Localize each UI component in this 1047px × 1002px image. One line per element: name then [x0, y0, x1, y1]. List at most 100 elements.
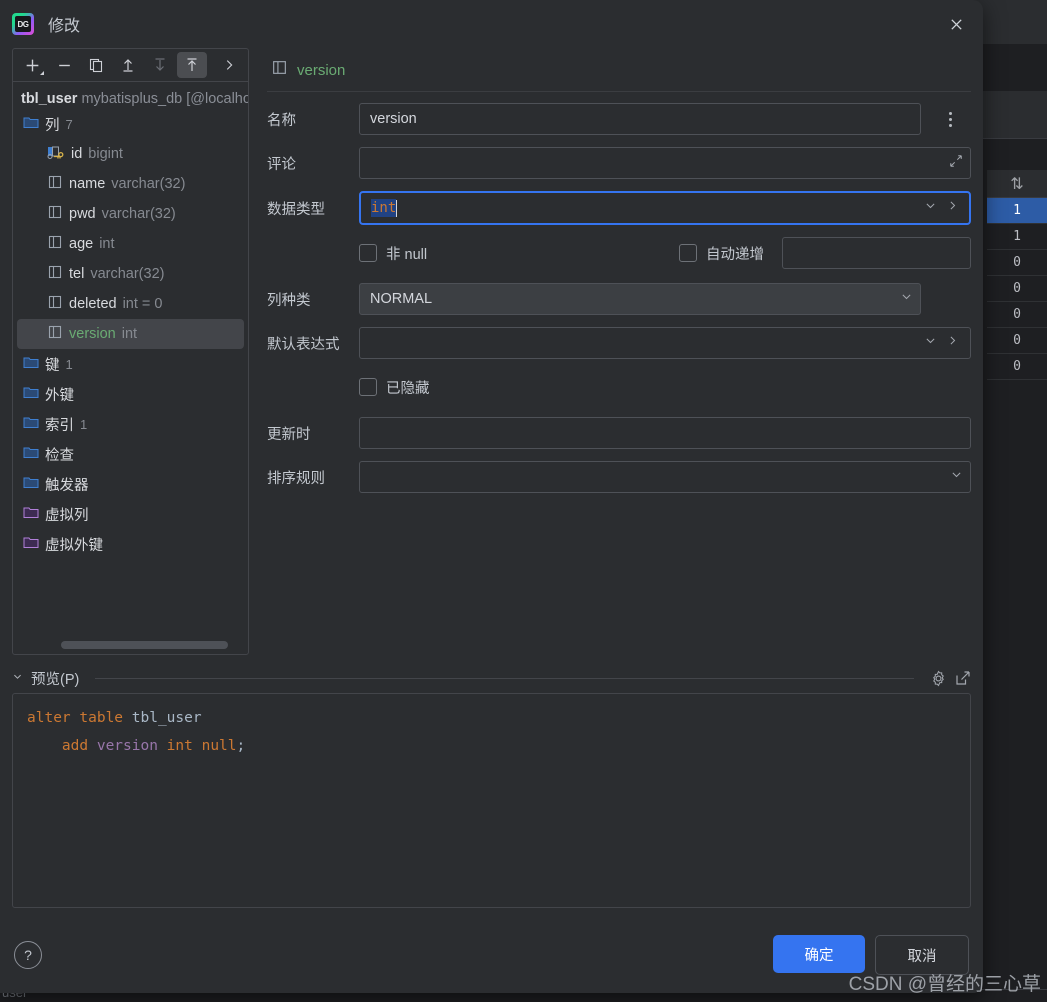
tree-node-indexes[interactable]: 索引 1: [13, 409, 248, 439]
tree-node-count: 1: [80, 416, 88, 432]
on-update-label: 更新时: [267, 426, 311, 443]
comment-input[interactable]: [359, 147, 971, 179]
chevron-right-icon[interactable]: [946, 334, 959, 352]
table-row[interactable]: 0: [987, 250, 1047, 276]
primary-key-icon: [47, 145, 65, 164]
tree-node-label: 列: [45, 117, 60, 134]
preview-title: 预览(P): [31, 671, 80, 688]
sort-icon[interactable]: ⇅: [987, 170, 1047, 198]
tree-scroll-area[interactable]: tbl_user mybatisplus_db [@localhos 列 7 i…: [13, 82, 248, 654]
tree-root-header[interactable]: tbl_user mybatisplus_db [@localhos: [13, 87, 248, 109]
default-expression-input[interactable]: [359, 327, 971, 359]
ok-button[interactable]: 确定: [773, 935, 865, 973]
field-row-default-expression: 默认表达式: [267, 327, 971, 359]
tree-node-foreign-keys[interactable]: 外键: [13, 379, 248, 409]
tree-horizontal-scrollbar[interactable]: [61, 641, 228, 649]
kebab-menu-icon[interactable]: [937, 106, 963, 132]
table-row[interactable]: 1: [987, 224, 1047, 250]
help-icon[interactable]: ?: [14, 941, 42, 969]
tree-node-type: varchar(32): [111, 176, 186, 192]
tree-node-column-name[interactable]: name varchar(32): [13, 169, 248, 199]
tree-root-source: mybatisplus_db [@localhos: [81, 91, 248, 107]
tree-node-virtual-columns[interactable]: 虚拟列: [13, 499, 248, 529]
tree-node-column-id[interactable]: id bigint: [13, 139, 248, 169]
table-row[interactable]: 0: [987, 354, 1047, 380]
move-to-top-button[interactable]: [177, 52, 207, 78]
name-label: 名称: [267, 112, 296, 129]
tree-root-table: tbl_user: [21, 91, 78, 107]
dialog-buttons: 确定 取消: [773, 935, 969, 975]
field-row-hidden: 已隐藏: [267, 371, 971, 403]
tree-node-column-age[interactable]: age int: [13, 229, 248, 259]
tree-node-column-version[interactable]: version int: [17, 319, 244, 349]
datatype-value: int: [371, 199, 397, 217]
not-null-checkbox[interactable]: [359, 244, 377, 262]
column-icon: [47, 235, 63, 253]
tree-node-virtual-foreign-keys[interactable]: 虚拟外键: [13, 529, 248, 559]
tree-node-label: age: [69, 236, 94, 252]
chevron-right-icon[interactable]: [946, 199, 959, 217]
column-icon: [47, 265, 63, 283]
tree-toolbar: [13, 49, 248, 82]
tree-node-columns[interactable]: 列 7: [13, 109, 248, 139]
tree-node-triggers[interactable]: 触发器: [13, 469, 248, 499]
tree-node-column-pwd[interactable]: pwd varchar(32): [13, 199, 248, 229]
folder-blue-icon: [23, 115, 39, 133]
hidden-checkbox[interactable]: [359, 378, 377, 396]
comment-label: 评论: [267, 156, 296, 173]
tree-node-label: deleted: [69, 296, 117, 312]
table-row[interactable]: 0: [987, 328, 1047, 354]
field-row-collation: 排序规则: [267, 461, 971, 493]
tree-node-checks[interactable]: 检查: [13, 439, 248, 469]
table-row[interactable]: 1: [987, 198, 1047, 224]
on-update-input[interactable]: [359, 417, 971, 449]
move-down-button: [145, 52, 175, 78]
text-caret: [396, 199, 398, 217]
chevron-down-icon[interactable]: [924, 199, 937, 217]
field-row-flags: 非 null 自动递增: [267, 237, 971, 269]
remove-button[interactable]: [49, 52, 79, 78]
gear-icon[interactable]: [930, 670, 947, 687]
preview-header: 预览(P): [12, 663, 971, 693]
column-icon: [47, 205, 63, 223]
column-icon: [47, 325, 63, 343]
column-icon: [47, 295, 63, 313]
dialog-body: tbl_user mybatisplus_db [@localhos 列 7 i…: [0, 48, 983, 663]
column-kind-select[interactable]: NORMAL: [359, 283, 921, 315]
field-row-comment: 评论: [267, 147, 971, 179]
table-row[interactable]: 0: [987, 302, 1047, 328]
move-up-button[interactable]: [113, 52, 143, 78]
table-row[interactable]: 0: [987, 276, 1047, 302]
expand-icon[interactable]: [949, 154, 963, 173]
tree-node-column-deleted[interactable]: deleted int = 0: [13, 289, 248, 319]
cancel-button[interactable]: 取消: [875, 935, 969, 975]
default-expression-label: 默认表达式: [267, 336, 340, 353]
tree-node-label: name: [69, 176, 106, 192]
collation-select[interactable]: [359, 461, 971, 493]
tree-node-keys[interactable]: 键 1: [13, 349, 248, 379]
datatype-input[interactable]: int: [359, 191, 971, 225]
tree-node-type: int: [121, 326, 138, 342]
add-button[interactable]: [17, 52, 47, 78]
chevron-right-icon[interactable]: [214, 52, 244, 78]
chevron-down-icon: [40, 71, 44, 75]
auto-increment-checkbox[interactable]: [679, 244, 697, 262]
tree-node-column-tel[interactable]: tel varchar(32): [13, 259, 248, 289]
chevron-down-icon[interactable]: [924, 334, 937, 352]
chevron-down-icon[interactable]: [950, 468, 963, 486]
column-header: version: [267, 48, 971, 92]
duplicate-button[interactable]: [81, 52, 111, 78]
tree-node-label: pwd: [69, 206, 96, 222]
form-rows: 名称 version 评论 数据类型 int 非 null 自动递增 列种类 N…: [267, 92, 971, 493]
name-input[interactable]: version: [359, 103, 921, 135]
column-header-name: version: [297, 61, 346, 79]
tree-node-type: bigint: [88, 146, 123, 162]
auto-increment-input[interactable]: [782, 237, 971, 269]
field-row-datatype: 数据类型 int: [267, 191, 971, 225]
sql-preview-editor[interactable]: alter table tbl_user add version int nul…: [12, 693, 971, 908]
chevron-down-icon[interactable]: [12, 671, 23, 685]
open-in-new-icon[interactable]: [955, 670, 971, 686]
tree-node-label: 检查: [45, 447, 74, 464]
close-icon[interactable]: [939, 7, 973, 41]
chevron-down-icon[interactable]: [900, 290, 913, 308]
